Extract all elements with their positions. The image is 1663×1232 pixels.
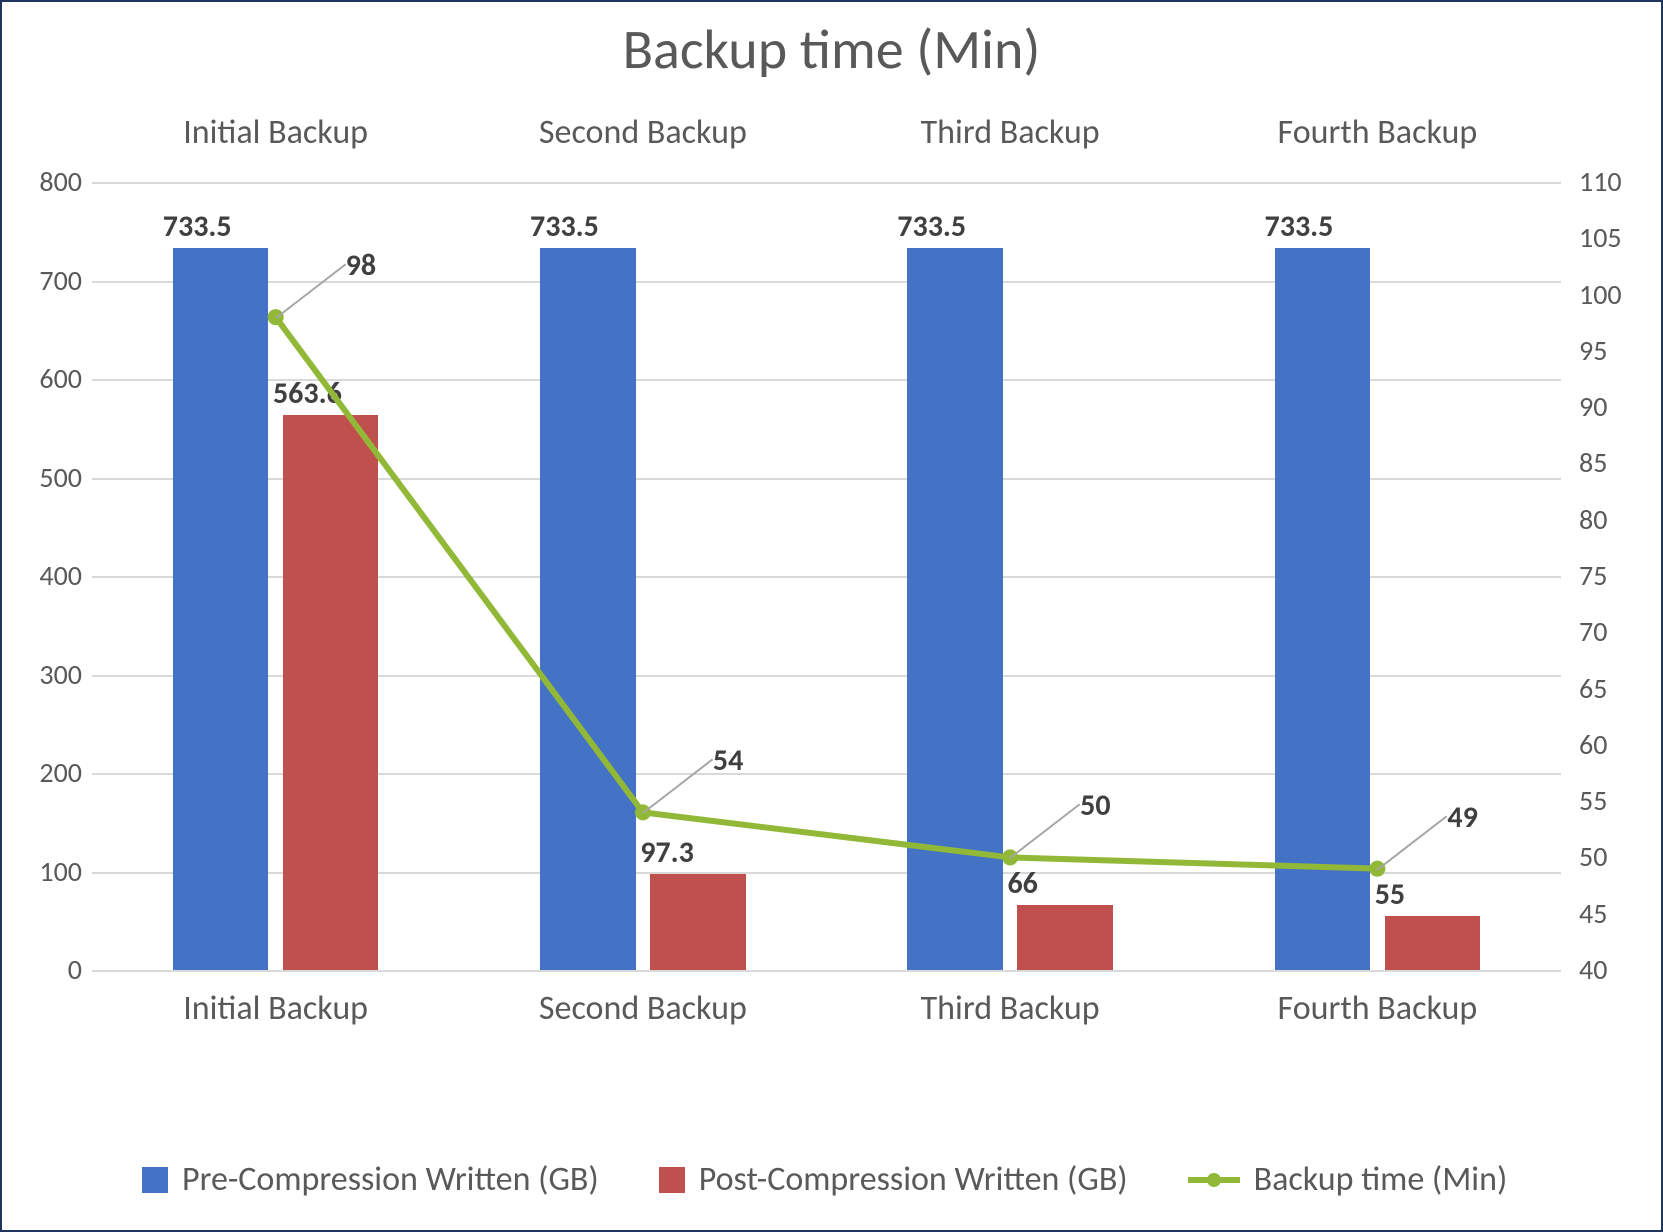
backup-time-line [276,317,1378,869]
data-label-pre: 733.5 [530,208,599,245]
data-label-post: 97.3 [640,834,694,871]
plot-area: 0100200300400500600700800404550556065707… [92,182,1561,970]
y-left-tick-label: 100 [12,854,82,889]
legend-label-pre: Pre-Compression Written (GB) [182,1159,599,1200]
y-right-tick-label: 100 [1579,277,1649,312]
data-label-pre: 733.5 [897,208,966,245]
category-label-top: Initial Backup [136,112,416,153]
y-right-tick-label: 70 [1579,614,1649,649]
bar-post [283,415,378,970]
y-left-tick-label: 600 [12,361,82,396]
chart-frame: Backup time (Min) 0 100 200 300 400 500 600 700… [0,0,1663,1232]
category-label-top: Fourth Backup [1237,112,1517,153]
gridline [92,970,1561,972]
bar-post [1385,916,1480,970]
y-right-tick-label: 65 [1579,671,1649,706]
y-left-tick-label: 700 [12,263,82,298]
category-label-bottom: Third Backup [870,988,1150,1029]
y-right-tick-label: 45 [1579,896,1649,931]
gridline [92,182,1561,184]
data-label-time: 54 [713,742,743,779]
y-left-tick-label: 400 [12,558,82,593]
data-label-pre: 733.5 [1265,208,1334,245]
legend-item-post: Post-Compression Written (GB) [659,1159,1128,1200]
bar-pre [540,248,635,970]
bar-post [650,874,745,970]
bar-pre [907,248,1002,970]
data-label-time: 49 [1447,799,1477,836]
data-label-pre: 733.5 [163,208,232,245]
y-right-tick-label: 80 [1579,502,1649,537]
y-right-tick-label: 95 [1579,333,1649,368]
y-left-tick-label: 0 [12,952,82,987]
leader-line [642,759,713,815]
y-right-tick-label: 55 [1579,783,1649,818]
leader-line [1377,815,1448,871]
legend-item-pre: Pre-Compression Written (GB) [142,1159,599,1200]
y-right-tick-label: 90 [1579,389,1649,424]
y-left-tick-label: 300 [12,657,82,692]
y-right-tick-label: 75 [1579,558,1649,593]
y-right-tick-label: 110 [1579,164,1649,199]
bar-pre [173,248,268,970]
data-label-time: 98 [346,247,376,284]
y-right-tick-label: 60 [1579,727,1649,762]
legend-item-time: Backup time (Min) [1188,1159,1508,1200]
data-label-post: 55 [1375,876,1405,913]
legend-swatch-line [1188,1177,1240,1183]
leader-line [275,263,346,319]
legend-swatch-pre [142,1167,168,1193]
data-label-time: 50 [1080,787,1110,824]
y-right-tick-label: 85 [1579,445,1649,480]
y-right-tick-label: 105 [1579,220,1649,255]
bar-post [1017,905,1112,970]
y-left-tick-label: 500 [12,460,82,495]
data-label-post: 563.6 [273,375,342,412]
category-label-bottom: Fourth Backup [1237,988,1517,1029]
legend: Pre-Compression Written (GB) Post-Compre… [142,1159,1521,1200]
leader-line [1010,804,1081,860]
y-left-tick-label: 800 [12,164,82,199]
bar-pre [1275,248,1370,970]
legend-label-time: Backup time (Min) [1254,1159,1508,1200]
chart-title: Backup time (Min) [2,16,1661,84]
y-left-tick-label: 200 [12,755,82,790]
legend-swatch-post [659,1167,685,1193]
data-label-post: 66 [1007,865,1037,902]
legend-label-post: Post-Compression Written (GB) [699,1159,1128,1200]
y-right-tick-label: 40 [1579,952,1649,987]
y-right-tick-label: 50 [1579,839,1649,874]
category-label-bottom: Second Backup [503,988,783,1029]
category-label-bottom: Initial Backup [136,988,416,1029]
category-label-top: Third Backup [870,112,1150,153]
category-label-top: Second Backup [503,112,783,153]
